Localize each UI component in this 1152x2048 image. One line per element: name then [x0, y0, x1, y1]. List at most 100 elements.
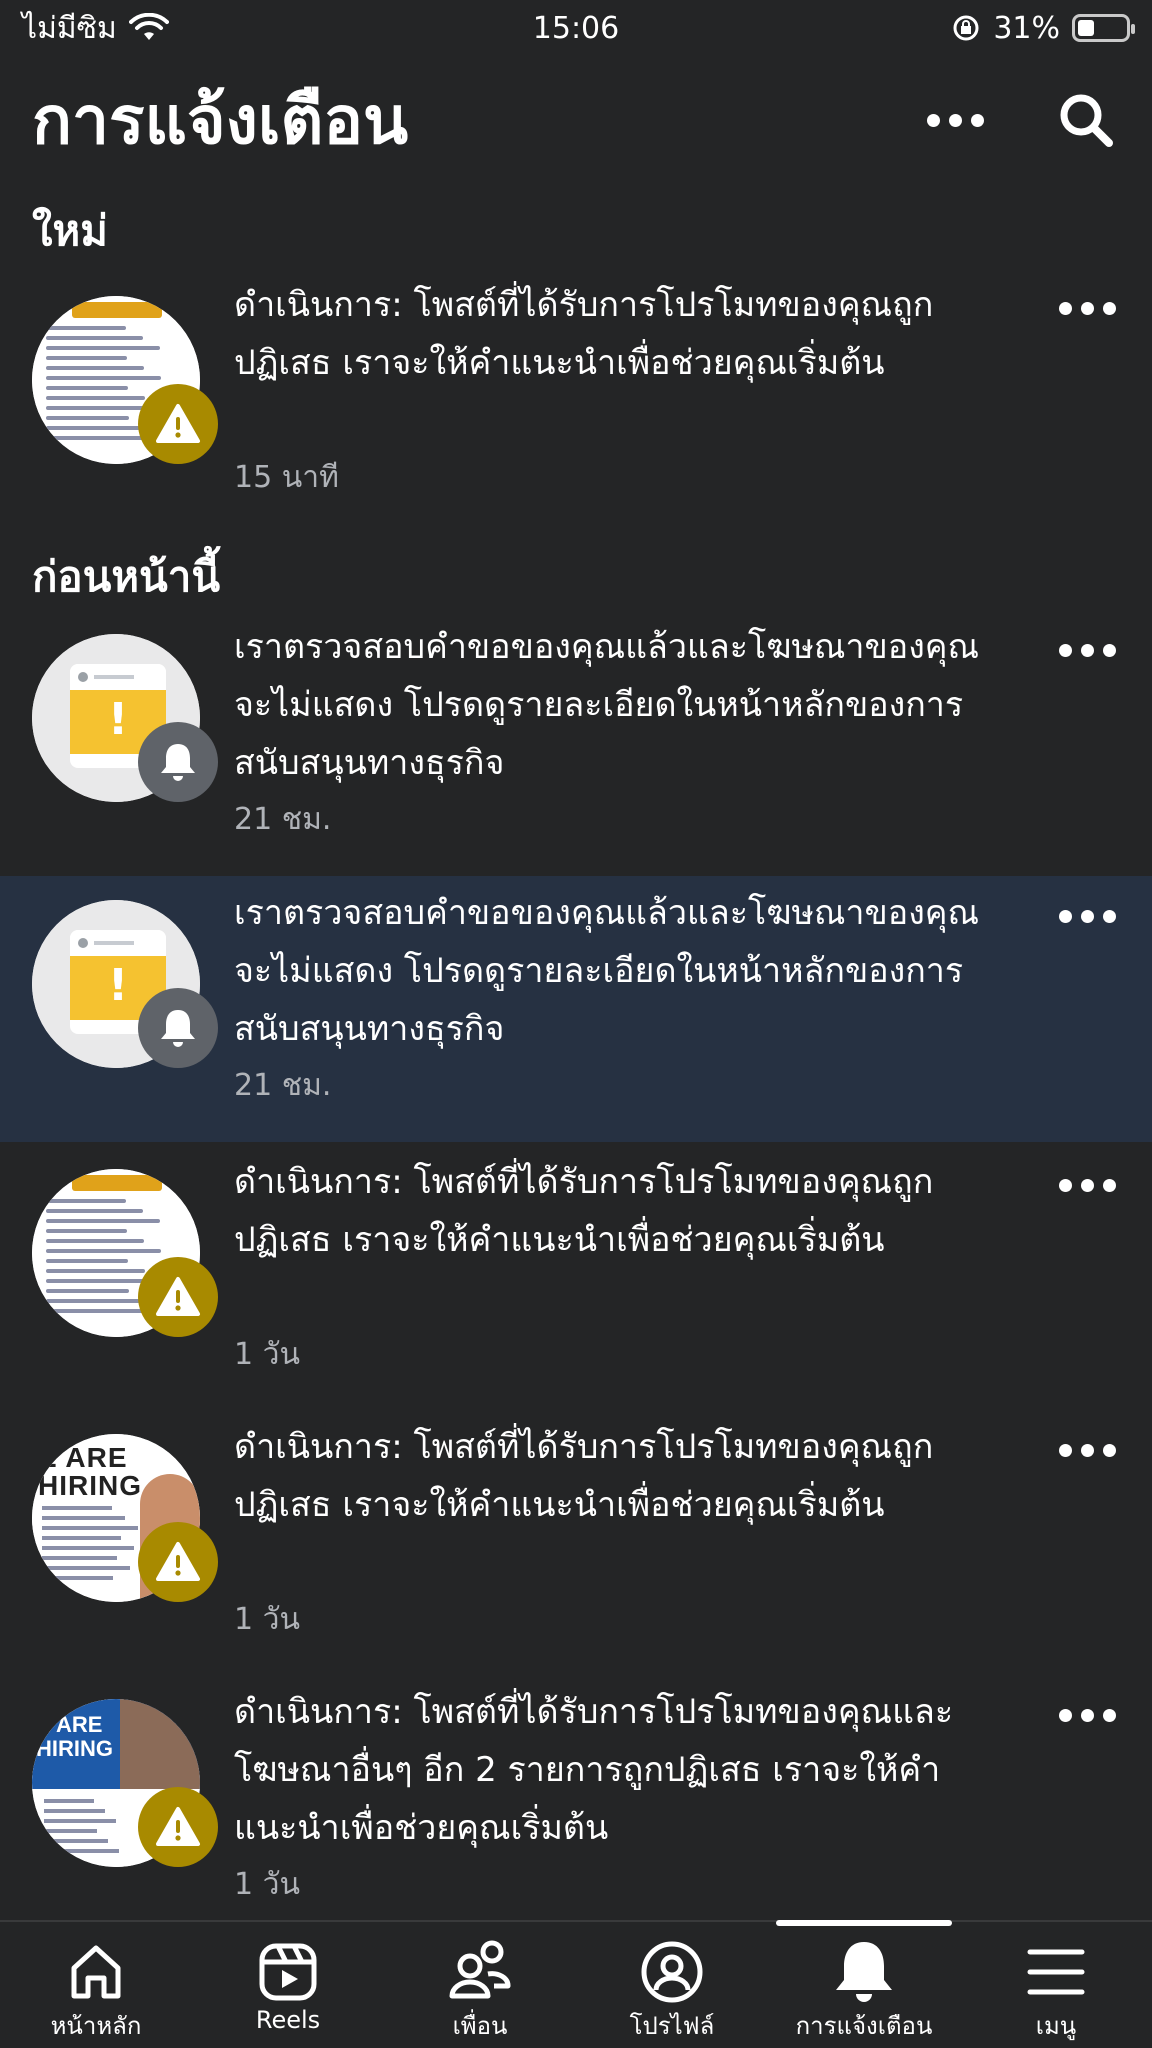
home-icon: [60, 1936, 132, 2008]
warning-icon: [138, 1522, 218, 1602]
thumb-text-line: [46, 1219, 160, 1223]
notification-more-button[interactable]: [1059, 644, 1116, 657]
dot: [949, 113, 962, 127]
rotation-lock-icon: [953, 15, 979, 41]
thumb-text-line: [42, 1526, 138, 1530]
dot: [1103, 1179, 1116, 1192]
notification-item[interactable]: E ARE HIRING ดำเนินการ: โพสต์ที่ได้รับการ…: [0, 1410, 1152, 1672]
thumb-header-bar: [72, 1175, 162, 1191]
notification-time: 15 นาที: [234, 460, 339, 495]
dot: [1059, 644, 1072, 657]
thumb-header-bar: [72, 302, 162, 318]
nav-label: โปรไฟล์: [629, 2012, 715, 2040]
dot: [1059, 1444, 1072, 1457]
wifi-icon: [128, 13, 169, 40]
notification-item[interactable]: เราตรวจสอบคำขอของคุณแล้วและโฆษณาของคุณจะ…: [0, 876, 1152, 1142]
search-icon[interactable]: [1056, 90, 1116, 150]
notification-more-button[interactable]: [1059, 1444, 1116, 1457]
nav-item-home[interactable]: หน้าหลัก: [0, 1922, 192, 2048]
notification-time: 1 วัน: [234, 1337, 300, 1372]
nav-item-menu[interactable]: เมนู: [960, 1922, 1152, 2048]
thumb-text-line: [46, 426, 146, 430]
thumb-text-line: [46, 1199, 126, 1203]
thumb-text-line: [44, 1809, 105, 1813]
warning-icon: [138, 1787, 218, 1867]
notification-item[interactable]: ดำเนินการ: โพสต์ที่ได้รับการโปรโมทของคุณ…: [0, 1145, 1152, 1407]
thumb-text-line: [46, 1269, 145, 1273]
thumb-text-line: [46, 336, 143, 340]
notification-time: 21 ชม.: [234, 1068, 332, 1103]
status-bar: ไม่มีซิม 15:06 31%: [0, 0, 1152, 56]
battery-icon: [1072, 14, 1135, 42]
thumb-title: E ARE HIRING: [38, 1442, 142, 1501]
dot: [1103, 302, 1116, 315]
notification-text: ดำเนินการ: โพสต์ที่ได้รับการโปรโมทของคุณ…: [234, 1162, 934, 1260]
thumb-text-line: [42, 1506, 112, 1510]
notification-time: 1 วัน: [234, 1602, 300, 1637]
nav-item-reels[interactable]: Reels: [192, 1922, 384, 2048]
notification-text: ดำเนินการ: โพสต์ที่ได้รับการโปรโมทของคุณ…: [234, 285, 934, 383]
notification-text: เราตรวจสอบคำขอของคุณแล้วและโฆษณาของคุณจะ…: [234, 627, 980, 783]
carrier-label: ไม่มีซิม: [22, 10, 117, 46]
dot: [1081, 1179, 1094, 1192]
thumb-text-line: [46, 1249, 161, 1253]
ad-card-line: [94, 675, 134, 679]
notification-time: 1 วัน: [234, 1867, 300, 1902]
thumb-text-line: [42, 1546, 134, 1550]
status-left: ไม่มีซิม: [22, 5, 169, 52]
dot: [1059, 910, 1072, 923]
thumb-text-line: [42, 1536, 121, 1540]
section-heading-new: ใหม่: [32, 206, 108, 255]
notification-more-button[interactable]: [1059, 302, 1116, 315]
notification-avatar: E ARE HIRING: [32, 1699, 218, 1867]
nav-label: เมนู: [1035, 2012, 1077, 2040]
notification-more-button[interactable]: [1059, 910, 1116, 923]
ad-card-dot: [78, 672, 88, 682]
dot: [927, 113, 940, 127]
notification-more-button[interactable]: [1059, 1709, 1116, 1722]
profile-icon: [636, 1936, 708, 2008]
warning-icon: [138, 1257, 218, 1337]
battery-percent: 31%: [993, 10, 1060, 46]
dot: [1103, 1444, 1116, 1457]
thumb-text-line: [46, 1289, 129, 1293]
dot: [1059, 1709, 1072, 1722]
page-header: การแจ้งเตือน: [32, 72, 1120, 168]
dot: [1081, 302, 1094, 315]
notification-avatar: [32, 900, 218, 1068]
bell-icon: [828, 1936, 900, 2008]
thumb-text-line: [44, 1829, 97, 1833]
notification-text: เราตรวจสอบคำขอของคุณแล้วและโฆษณาของคุณจะ…: [234, 893, 980, 1049]
more-options-button[interactable]: [927, 113, 984, 127]
status-right: 31%: [951, 10, 1135, 46]
nav-item-profile[interactable]: โปรไฟล์: [576, 1922, 768, 2048]
notification-more-button[interactable]: [1059, 1179, 1116, 1192]
notification-text: ดำเนินการ: โพสต์ที่ได้รับการโปรโมทของคุณ…: [234, 1692, 954, 1848]
dot: [1059, 302, 1072, 315]
thumb-text-line: [46, 376, 161, 380]
notification-item[interactable]: E ARE HIRING ดำเนินการ: โพสต์ที่ได้รับการ…: [0, 1675, 1152, 1920]
thumb-text-line: [44, 1849, 119, 1853]
dot: [971, 113, 984, 127]
dot: [1059, 1179, 1072, 1192]
notification-time: 21 ชม.: [234, 802, 332, 837]
section-heading-earlier: ก่อนหน้านี้: [32, 552, 221, 601]
header-actions: [927, 90, 1120, 150]
thumb-text-line: [46, 386, 128, 390]
bell-icon: [138, 722, 218, 802]
notification-item[interactable]: เราตรวจสอบคำขอของคุณแล้วและโฆษณาของคุณจะ…: [0, 610, 1152, 872]
warning-icon: [138, 384, 218, 464]
thumb-text-line: [46, 356, 127, 360]
nav-label: Reels: [255, 2006, 321, 2034]
dot: [1081, 910, 1094, 923]
ad-card-line: [94, 941, 134, 945]
dot: [1103, 910, 1116, 923]
thumb-text-line: [46, 1229, 127, 1233]
nav-item-bell[interactable]: การแจ้งเตือน: [768, 1920, 960, 2048]
dot: [1081, 644, 1094, 657]
thumb-text-line: [42, 1576, 113, 1580]
thumb-text-line: [46, 366, 144, 370]
nav-item-friends[interactable]: เพื่อน: [384, 1922, 576, 2048]
notification-item[interactable]: ดำเนินการ: โพสต์ที่ได้รับการโปรโมทของคุณ…: [0, 268, 1152, 518]
thumb-text-line: [46, 326, 126, 330]
